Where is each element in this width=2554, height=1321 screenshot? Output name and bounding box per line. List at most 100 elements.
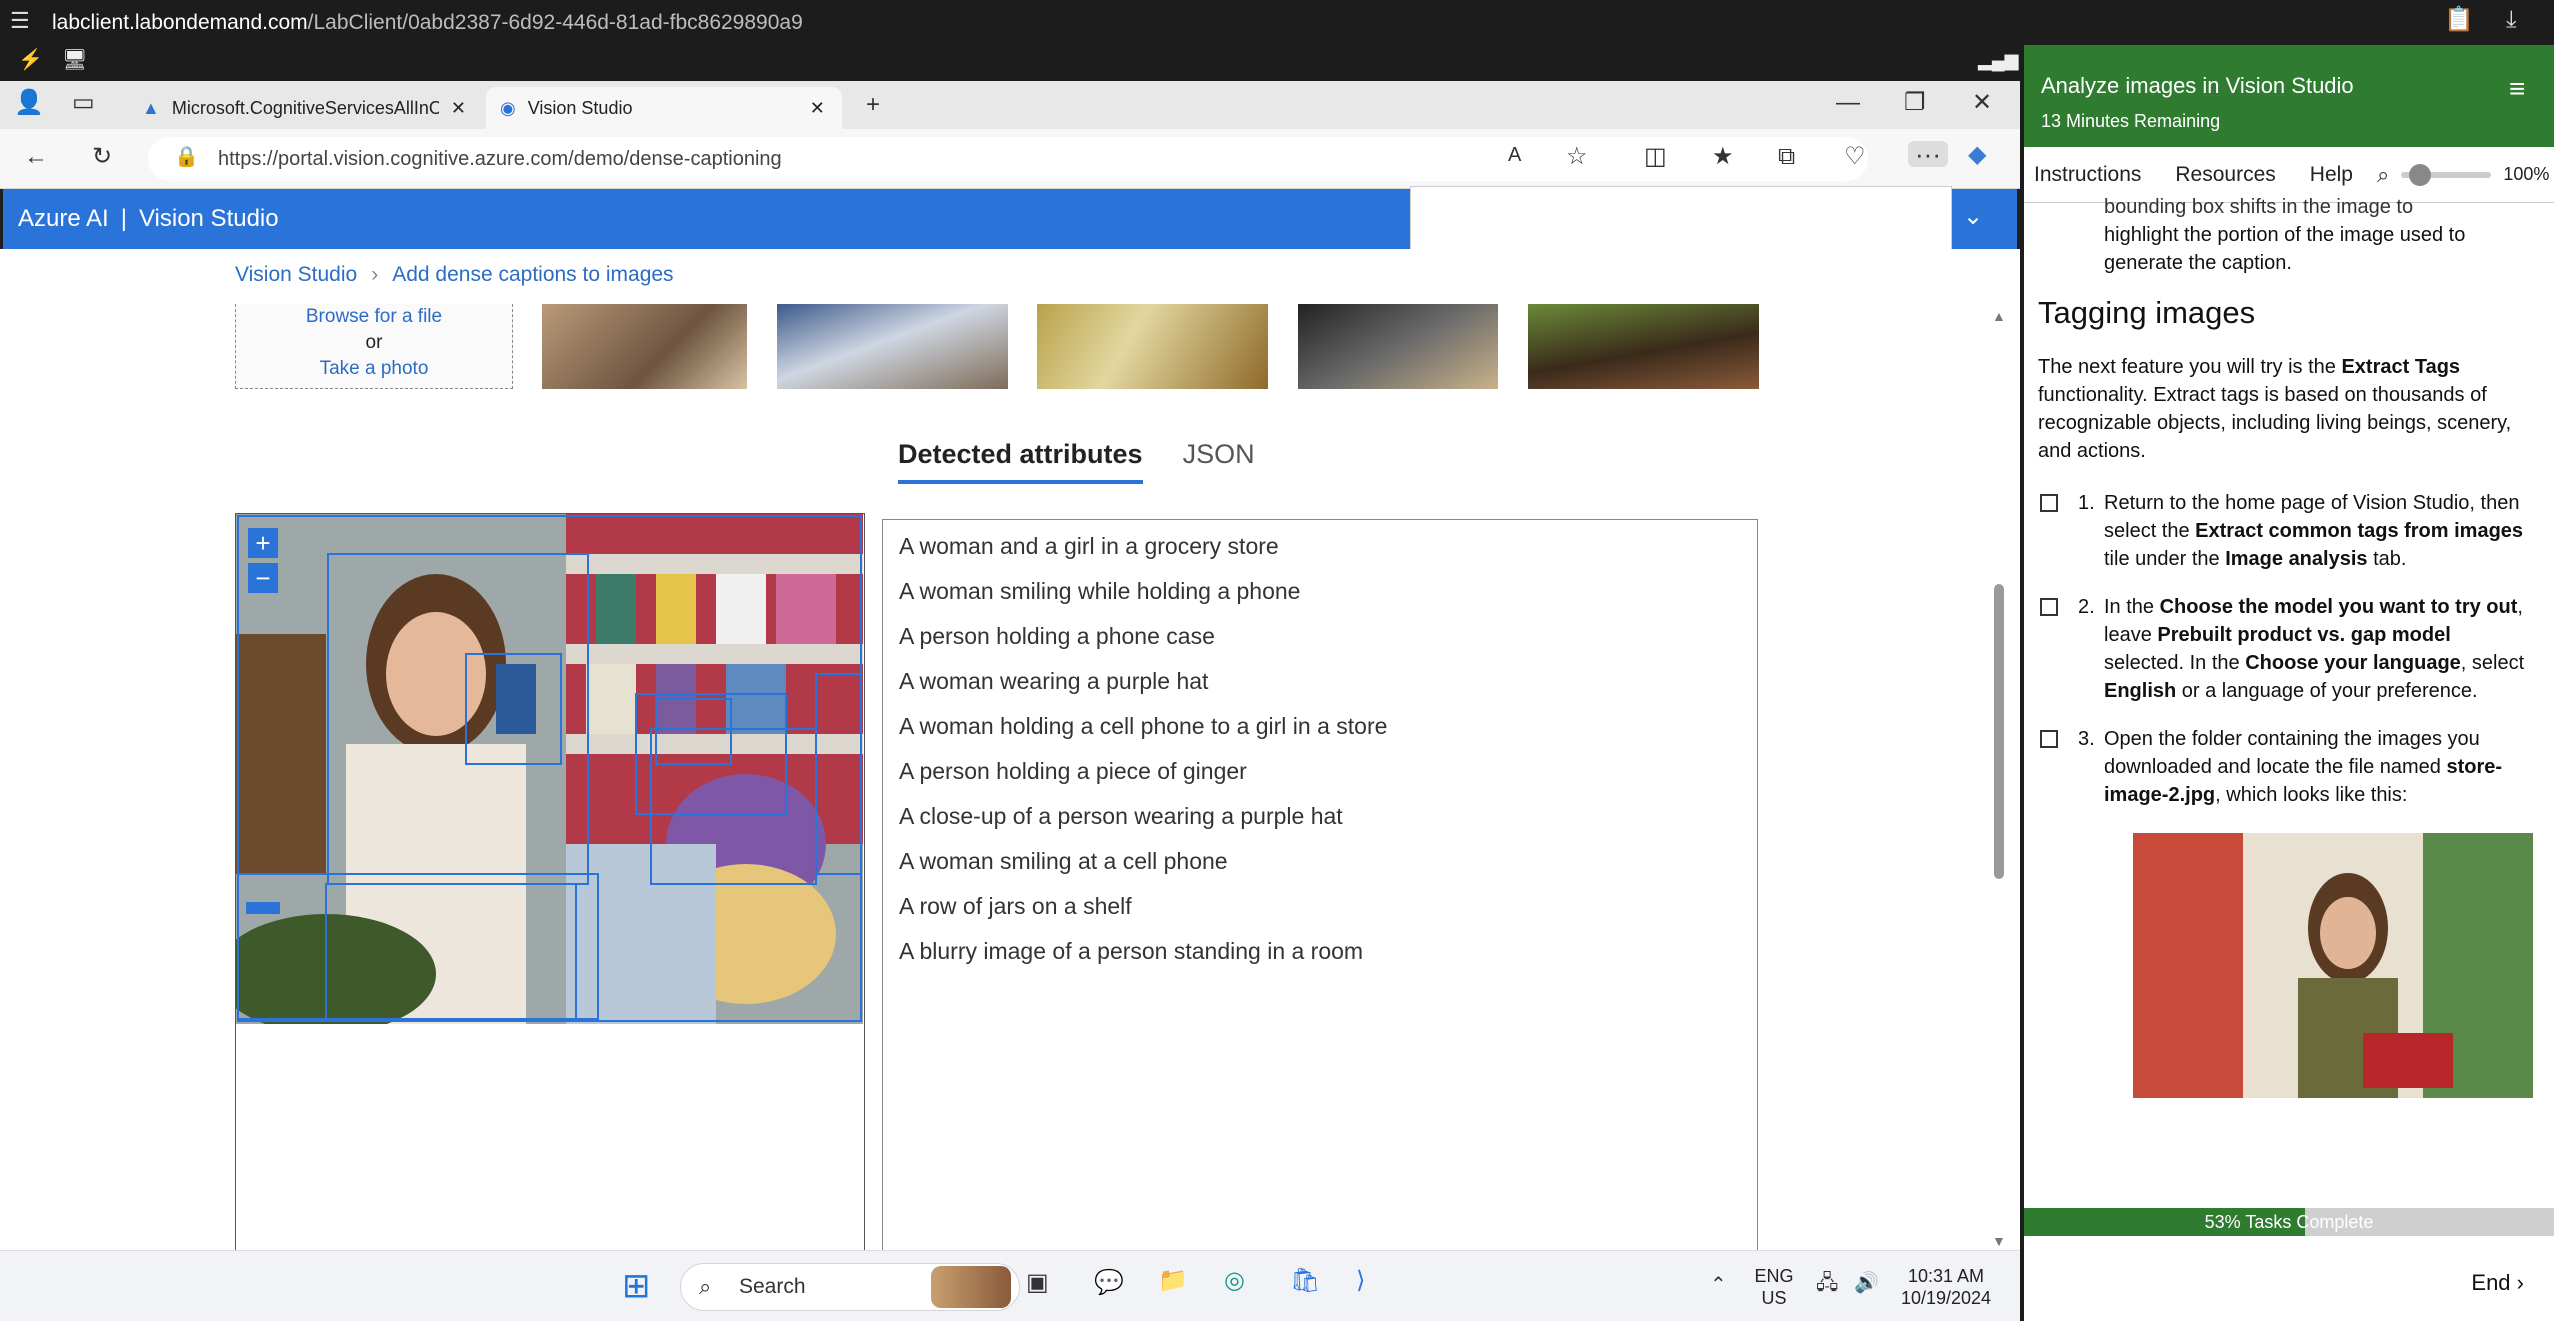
tray-chevron-up-icon[interactable]: ⌃ xyxy=(1710,1275,1727,1295)
caption-item[interactable]: A woman wearing a purple hat xyxy=(883,659,1757,704)
tab-vision-studio[interactable]: ◉ Vision Studio ✕ xyxy=(486,87,842,129)
refresh-icon[interactable]: ↻ xyxy=(92,145,112,169)
taskbar-search[interactable]: ⌕ Search xyxy=(680,1263,1020,1311)
section-heading: Tagging images xyxy=(2038,295,2256,330)
edge-browser-icon[interactable]: ◎ xyxy=(1224,1269,1245,1293)
nav-instructions[interactable]: Instructions xyxy=(2034,163,2141,187)
tab-detected-attributes[interactable]: Detected attributes xyxy=(898,439,1143,484)
back-icon[interactable]: ← xyxy=(24,145,48,169)
caption-item[interactable]: A woman and a girl in a grocery store xyxy=(883,524,1757,569)
tab-cognitive-services[interactable]: ▲ Microsoft.CognitiveServicesAllInO ✕ xyxy=(128,87,480,129)
copilot-icon[interactable]: ◆ xyxy=(1968,143,1986,167)
vision-studio-favicon-icon: ◉ xyxy=(500,97,516,118)
grocery-store-photo xyxy=(236,514,863,1024)
store-icon[interactable]: 🛍 xyxy=(1290,1269,1320,1293)
task-checkbox[interactable] xyxy=(2040,494,2058,512)
analyzed-photo[interactable]: + − xyxy=(236,514,863,1024)
task-checkbox[interactable] xyxy=(2040,730,2058,748)
captions-list: A woman and a girl in a grocery store A … xyxy=(882,519,1758,1259)
caption-item[interactable]: A row of jars on a shelf xyxy=(883,884,1757,929)
remote-tools-bar: ⚡ 🖥 ▂▄▆ xyxy=(0,45,2020,81)
upload-or-text: or xyxy=(365,332,383,353)
zoom-out-button[interactable]: − xyxy=(248,563,278,593)
download-icon[interactable]: ⤓ xyxy=(2506,8,2517,32)
scroll-down-icon[interactable]: ▼ xyxy=(1992,1234,2006,1248)
network-icon[interactable]: 🖧 xyxy=(1816,1273,1838,1293)
read-aloud-icon[interactable]: A xyxy=(1508,145,1521,165)
browse-file-link[interactable]: Browse for a file xyxy=(236,304,512,330)
new-tab-icon[interactable]: + xyxy=(866,93,880,117)
zoom-magnifier-icon: ⌕ xyxy=(2376,161,2390,187)
zoom-slider-thumb[interactable] xyxy=(2409,163,2432,186)
collections-icon[interactable]: ⧉ xyxy=(1778,145,1795,169)
restore-icon[interactable]: ❐ xyxy=(1904,91,1926,115)
zoom-slider[interactable] xyxy=(2401,163,2492,186)
chevron-down-icon[interactable]: ⌄ xyxy=(1963,205,1983,229)
windows-taskbar: ⊞ ⌕ Search ▣ 💬 📁 ◎ 🛍 ⟩ ⌃ ENG US 🖧 🔊 10:3… xyxy=(0,1250,2020,1321)
favorites-icon[interactable]: ★ xyxy=(1712,145,1734,169)
minimize-icon[interactable]: — xyxy=(1836,91,1860,115)
scroll-up-icon[interactable]: ▲ xyxy=(1992,309,2006,323)
caption-item[interactable]: A woman smiling at a cell phone xyxy=(883,839,1757,884)
monitor-icon[interactable]: 🖥 xyxy=(62,50,87,70)
close-tab-icon[interactable]: ✕ xyxy=(451,98,466,119)
browser-essentials-icon[interactable]: ♡ xyxy=(1844,145,1866,169)
hamburger-menu-icon[interactable]: ≡ xyxy=(2509,75,2525,103)
take-photo-link[interactable]: Take a photo xyxy=(236,356,512,382)
azure-logo-icon: ▲ xyxy=(142,97,160,118)
profile-icon[interactable]: 👤 xyxy=(14,91,44,115)
volume-icon[interactable]: 🔊 xyxy=(1854,1273,1879,1293)
scrollbar-thumb[interactable] xyxy=(1994,584,2004,879)
sample-image-thumbnail[interactable] xyxy=(1037,304,1268,389)
clipboard-icon[interactable]: 📋 xyxy=(2444,8,2474,32)
breadcrumb-home[interactable]: Vision Studio xyxy=(235,263,357,287)
sample-image-thumbnail[interactable] xyxy=(1298,304,1498,389)
prev-paragraph-tail: bounding box shifts in the image to xyxy=(2104,196,2414,218)
vscode-icon[interactable]: ⟩ xyxy=(1356,1269,1365,1293)
chevron-right-icon: › xyxy=(371,263,379,286)
caption-item[interactable]: A woman holding a cell phone to a girl i… xyxy=(883,704,1757,749)
teams-icon[interactable]: 💬 xyxy=(1094,1271,1124,1295)
favorite-star-icon[interactable]: ☆ xyxy=(1566,145,1588,169)
task-view-icon[interactable]: ▣ xyxy=(1026,1271,1049,1295)
windows-start-icon[interactable]: ⊞ xyxy=(622,1269,651,1303)
language-indicator[interactable]: ENG US xyxy=(1754,1265,1794,1309)
close-tab-icon[interactable]: ✕ xyxy=(810,98,825,119)
task-item: 2. In the Choose the model you want to t… xyxy=(2038,593,2528,705)
caption-item[interactable]: A blurry image of a person standing in a… xyxy=(883,929,1757,974)
upload-dropzone[interactable]: Browse for a file or Take a photo xyxy=(235,304,513,389)
tab-json[interactable]: JSON xyxy=(1183,439,1255,484)
caption-item[interactable]: A close-up of a person wearing a purple … xyxy=(883,794,1757,839)
sample-image-thumbnail[interactable] xyxy=(542,304,747,389)
brand-azure-ai[interactable]: Azure AI xyxy=(18,205,109,233)
result-tabs: Detected attributes JSON xyxy=(898,439,1255,484)
sample-image-thumbnail[interactable] xyxy=(777,304,1008,389)
split-screen-icon[interactable]: ◫ xyxy=(1644,145,1667,169)
search-icon: ⌕ xyxy=(699,1274,712,1299)
caption-item[interactable]: A woman smiling while holding a phone xyxy=(883,569,1757,614)
lightning-icon[interactable]: ⚡ xyxy=(18,50,43,70)
product-name[interactable]: Vision Studio xyxy=(139,205,279,233)
tab-actions-icon[interactable]: ▭ xyxy=(72,91,95,115)
settings-sliders-icon[interactable]: ☰ xyxy=(10,10,30,32)
close-window-icon[interactable]: ✕ xyxy=(1972,91,1992,115)
store-image-2-preview xyxy=(2133,833,2533,1098)
image-preview-panel: + − xyxy=(235,513,865,1253)
breadcrumb-current[interactable]: Add dense captions to images xyxy=(392,263,673,287)
more-options-icon[interactable]: ··· xyxy=(1908,141,1948,167)
sample-image-thumbnail[interactable] xyxy=(1528,304,1759,389)
clock[interactable]: 10:31 AM 10/19/2024 xyxy=(1896,1265,1996,1309)
url-field[interactable]: 🔒 https://portal.vision.cognitive.azure.… xyxy=(148,137,1868,181)
caption-item[interactable]: A person holding a phone case xyxy=(883,614,1757,659)
nav-resources[interactable]: Resources xyxy=(2175,163,2275,187)
caption-item[interactable]: A person holding a piece of ginger xyxy=(883,749,1757,794)
end-lab-button[interactable]: End › xyxy=(2471,1270,2524,1296)
task-checkbox[interactable] xyxy=(2040,598,2058,616)
page-scrollbar[interactable]: ▲ ▼ xyxy=(1990,309,2008,1249)
progress-label: 53% Tasks Complete xyxy=(2204,1212,2374,1232)
lab-instructions-panel: Analyze images in Vision Studio 13 Minut… xyxy=(2024,45,2554,1321)
zoom-in-button[interactable]: + xyxy=(248,528,278,558)
time-remaining: 13 Minutes Remaining xyxy=(2041,111,2221,131)
nav-help[interactable]: Help xyxy=(2310,163,2353,187)
file-explorer-icon[interactable]: 📁 xyxy=(1158,1269,1188,1293)
